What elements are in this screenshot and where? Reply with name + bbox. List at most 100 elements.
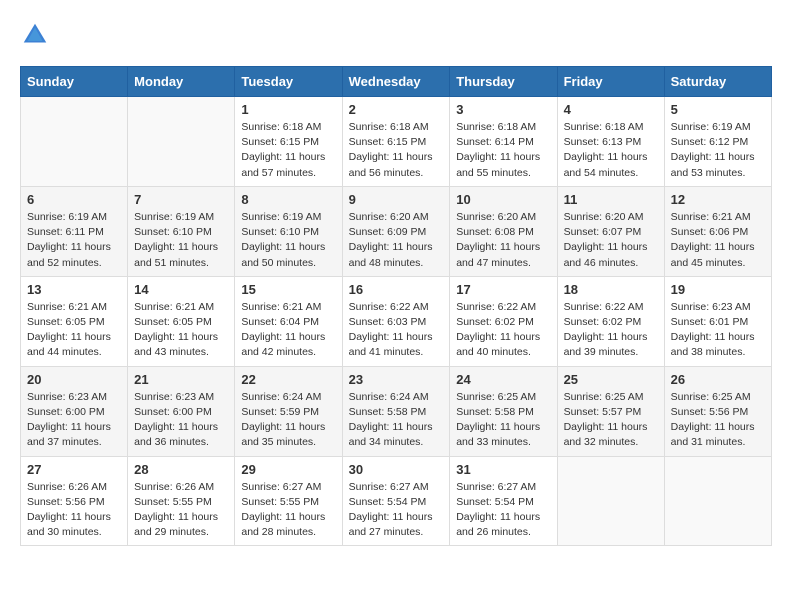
day-info: Sunrise: 6:26 AM Sunset: 5:56 PM Dayligh… bbox=[27, 480, 121, 541]
day-of-week-header: Sunday bbox=[21, 67, 128, 97]
day-number: 12 bbox=[671, 192, 765, 207]
day-info: Sunrise: 6:21 AM Sunset: 6:04 PM Dayligh… bbox=[241, 300, 335, 361]
calendar-cell: 16 Sunrise: 6:22 AM Sunset: 6:03 PM Dayli… bbox=[342, 276, 450, 366]
calendar-cell: 1 Sunrise: 6:18 AM Sunset: 6:15 PM Daylig… bbox=[235, 97, 342, 187]
day-info: Sunrise: 6:27 AM Sunset: 5:54 PM Dayligh… bbox=[349, 480, 444, 541]
day-info: Sunrise: 6:19 AM Sunset: 6:12 PM Dayligh… bbox=[671, 120, 765, 181]
day-number: 9 bbox=[349, 192, 444, 207]
day-number: 3 bbox=[456, 102, 550, 117]
logo-icon bbox=[20, 20, 50, 50]
day-info: Sunrise: 6:21 AM Sunset: 6:05 PM Dayligh… bbox=[134, 300, 228, 361]
day-number: 26 bbox=[671, 372, 765, 387]
day-number: 21 bbox=[134, 372, 228, 387]
week-row: 1 Sunrise: 6:18 AM Sunset: 6:15 PM Daylig… bbox=[21, 97, 772, 187]
day-info: Sunrise: 6:21 AM Sunset: 6:05 PM Dayligh… bbox=[27, 300, 121, 361]
day-number: 13 bbox=[27, 282, 121, 297]
day-info: Sunrise: 6:26 AM Sunset: 5:55 PM Dayligh… bbox=[134, 480, 228, 541]
day-info: Sunrise: 6:22 AM Sunset: 6:03 PM Dayligh… bbox=[349, 300, 444, 361]
day-info: Sunrise: 6:27 AM Sunset: 5:55 PM Dayligh… bbox=[241, 480, 335, 541]
day-info: Sunrise: 6:25 AM Sunset: 5:56 PM Dayligh… bbox=[671, 390, 765, 451]
day-number: 5 bbox=[671, 102, 765, 117]
day-number: 17 bbox=[456, 282, 550, 297]
day-info: Sunrise: 6:23 AM Sunset: 6:00 PM Dayligh… bbox=[134, 390, 228, 451]
calendar-cell: 10 Sunrise: 6:20 AM Sunset: 6:08 PM Dayli… bbox=[450, 186, 557, 276]
day-number: 18 bbox=[564, 282, 658, 297]
day-info: Sunrise: 6:18 AM Sunset: 6:15 PM Dayligh… bbox=[349, 120, 444, 181]
day-of-week-header: Monday bbox=[128, 67, 235, 97]
day-info: Sunrise: 6:20 AM Sunset: 6:07 PM Dayligh… bbox=[564, 210, 658, 271]
calendar-cell: 9 Sunrise: 6:20 AM Sunset: 6:09 PM Daylig… bbox=[342, 186, 450, 276]
day-info: Sunrise: 6:20 AM Sunset: 6:08 PM Dayligh… bbox=[456, 210, 550, 271]
day-number: 10 bbox=[456, 192, 550, 207]
week-row: 20 Sunrise: 6:23 AM Sunset: 6:00 PM Dayli… bbox=[21, 366, 772, 456]
day-info: Sunrise: 6:24 AM Sunset: 5:58 PM Dayligh… bbox=[349, 390, 444, 451]
day-info: Sunrise: 6:25 AM Sunset: 5:57 PM Dayligh… bbox=[564, 390, 658, 451]
calendar-cell: 25 Sunrise: 6:25 AM Sunset: 5:57 PM Dayli… bbox=[557, 366, 664, 456]
calendar-cell bbox=[128, 97, 235, 187]
day-info: Sunrise: 6:18 AM Sunset: 6:14 PM Dayligh… bbox=[456, 120, 550, 181]
day-of-week-header: Wednesday bbox=[342, 67, 450, 97]
day-info: Sunrise: 6:19 AM Sunset: 6:10 PM Dayligh… bbox=[134, 210, 228, 271]
calendar-cell: 6 Sunrise: 6:19 AM Sunset: 6:11 PM Daylig… bbox=[21, 186, 128, 276]
calendar-cell: 4 Sunrise: 6:18 AM Sunset: 6:13 PM Daylig… bbox=[557, 97, 664, 187]
page-header bbox=[20, 20, 772, 50]
day-info: Sunrise: 6:18 AM Sunset: 6:13 PM Dayligh… bbox=[564, 120, 658, 181]
calendar-cell: 27Sunrise: 6:26 AM Sunset: 5:56 PM Dayli… bbox=[21, 456, 128, 546]
calendar-cell: 20 Sunrise: 6:23 AM Sunset: 6:00 PM Dayli… bbox=[21, 366, 128, 456]
day-number: 8 bbox=[241, 192, 335, 207]
day-info: Sunrise: 6:19 AM Sunset: 6:11 PM Dayligh… bbox=[27, 210, 121, 271]
calendar-cell: 2 Sunrise: 6:18 AM Sunset: 6:15 PM Daylig… bbox=[342, 97, 450, 187]
week-row: 6 Sunrise: 6:19 AM Sunset: 6:11 PM Daylig… bbox=[21, 186, 772, 276]
calendar-cell: 17Sunrise: 6:22 AM Sunset: 6:02 PM Dayli… bbox=[450, 276, 557, 366]
calendar-cell: 5 Sunrise: 6:19 AM Sunset: 6:12 PM Daylig… bbox=[664, 97, 771, 187]
calendar-cell: 21 Sunrise: 6:23 AM Sunset: 6:00 PM Dayli… bbox=[128, 366, 235, 456]
calendar-cell: 28 Sunrise: 6:26 AM Sunset: 5:55 PM Dayli… bbox=[128, 456, 235, 546]
calendar-table: SundayMondayTuesdayWednesdayThursdayFrid… bbox=[20, 66, 772, 546]
calendar-header-row: SundayMondayTuesdayWednesdayThursdayFrid… bbox=[21, 67, 772, 97]
day-info: Sunrise: 6:19 AM Sunset: 6:10 PM Dayligh… bbox=[241, 210, 335, 271]
day-number: 25 bbox=[564, 372, 658, 387]
week-row: 13 Sunrise: 6:21 AM Sunset: 6:05 PM Dayli… bbox=[21, 276, 772, 366]
calendar-cell: 24 Sunrise: 6:25 AM Sunset: 5:58 PM Dayli… bbox=[450, 366, 557, 456]
day-number: 29 bbox=[241, 462, 335, 477]
day-number: 11 bbox=[564, 192, 658, 207]
day-number: 16 bbox=[349, 282, 444, 297]
calendar-cell: 19 Sunrise: 6:23 AM Sunset: 6:01 PM Dayli… bbox=[664, 276, 771, 366]
day-info: Sunrise: 6:22 AM Sunset: 6:02 PM Dayligh… bbox=[564, 300, 658, 361]
calendar-cell: 22Sunrise: 6:24 AM Sunset: 5:59 PM Dayli… bbox=[235, 366, 342, 456]
calendar-cell bbox=[557, 456, 664, 546]
day-info: Sunrise: 6:20 AM Sunset: 6:09 PM Dayligh… bbox=[349, 210, 444, 271]
day-number: 6 bbox=[27, 192, 121, 207]
day-info: Sunrise: 6:21 AM Sunset: 6:06 PM Dayligh… bbox=[671, 210, 765, 271]
calendar-cell bbox=[664, 456, 771, 546]
calendar-cell: 14 Sunrise: 6:21 AM Sunset: 6:05 PM Dayli… bbox=[128, 276, 235, 366]
day-number: 19 bbox=[671, 282, 765, 297]
day-info: Sunrise: 6:27 AM Sunset: 5:54 PM Dayligh… bbox=[456, 480, 550, 541]
calendar-cell: 29 Sunrise: 6:27 AM Sunset: 5:55 PM Dayli… bbox=[235, 456, 342, 546]
calendar-cell bbox=[21, 97, 128, 187]
calendar-cell: 12 Sunrise: 6:21 AM Sunset: 6:06 PM Dayli… bbox=[664, 186, 771, 276]
calendar-cell: 13 Sunrise: 6:21 AM Sunset: 6:05 PM Dayli… bbox=[21, 276, 128, 366]
day-number: 28 bbox=[134, 462, 228, 477]
day-number: 20 bbox=[27, 372, 121, 387]
day-info: Sunrise: 6:23 AM Sunset: 6:00 PM Dayligh… bbox=[27, 390, 121, 451]
day-number: 23 bbox=[349, 372, 444, 387]
day-info: Sunrise: 6:18 AM Sunset: 6:15 PM Dayligh… bbox=[241, 120, 335, 181]
day-number: 15 bbox=[241, 282, 335, 297]
calendar-cell: 15 Sunrise: 6:21 AM Sunset: 6:04 PM Dayli… bbox=[235, 276, 342, 366]
day-info: Sunrise: 6:23 AM Sunset: 6:01 PM Dayligh… bbox=[671, 300, 765, 361]
calendar-cell: 8 Sunrise: 6:19 AM Sunset: 6:10 PM Daylig… bbox=[235, 186, 342, 276]
day-number: 24 bbox=[456, 372, 550, 387]
day-number: 1 bbox=[241, 102, 335, 117]
day-number: 2 bbox=[349, 102, 444, 117]
day-number: 30 bbox=[349, 462, 444, 477]
day-number: 7 bbox=[134, 192, 228, 207]
calendar-cell: 11 Sunrise: 6:20 AM Sunset: 6:07 PM Dayli… bbox=[557, 186, 664, 276]
day-number: 14 bbox=[134, 282, 228, 297]
calendar-cell: 31Sunrise: 6:27 AM Sunset: 5:54 PM Dayli… bbox=[450, 456, 557, 546]
calendar-cell: 30 Sunrise: 6:27 AM Sunset: 5:54 PM Dayli… bbox=[342, 456, 450, 546]
day-number: 4 bbox=[564, 102, 658, 117]
calendar-cell: 23 Sunrise: 6:24 AM Sunset: 5:58 PM Dayli… bbox=[342, 366, 450, 456]
day-of-week-header: Saturday bbox=[664, 67, 771, 97]
day-info: Sunrise: 6:25 AM Sunset: 5:58 PM Dayligh… bbox=[456, 390, 550, 451]
